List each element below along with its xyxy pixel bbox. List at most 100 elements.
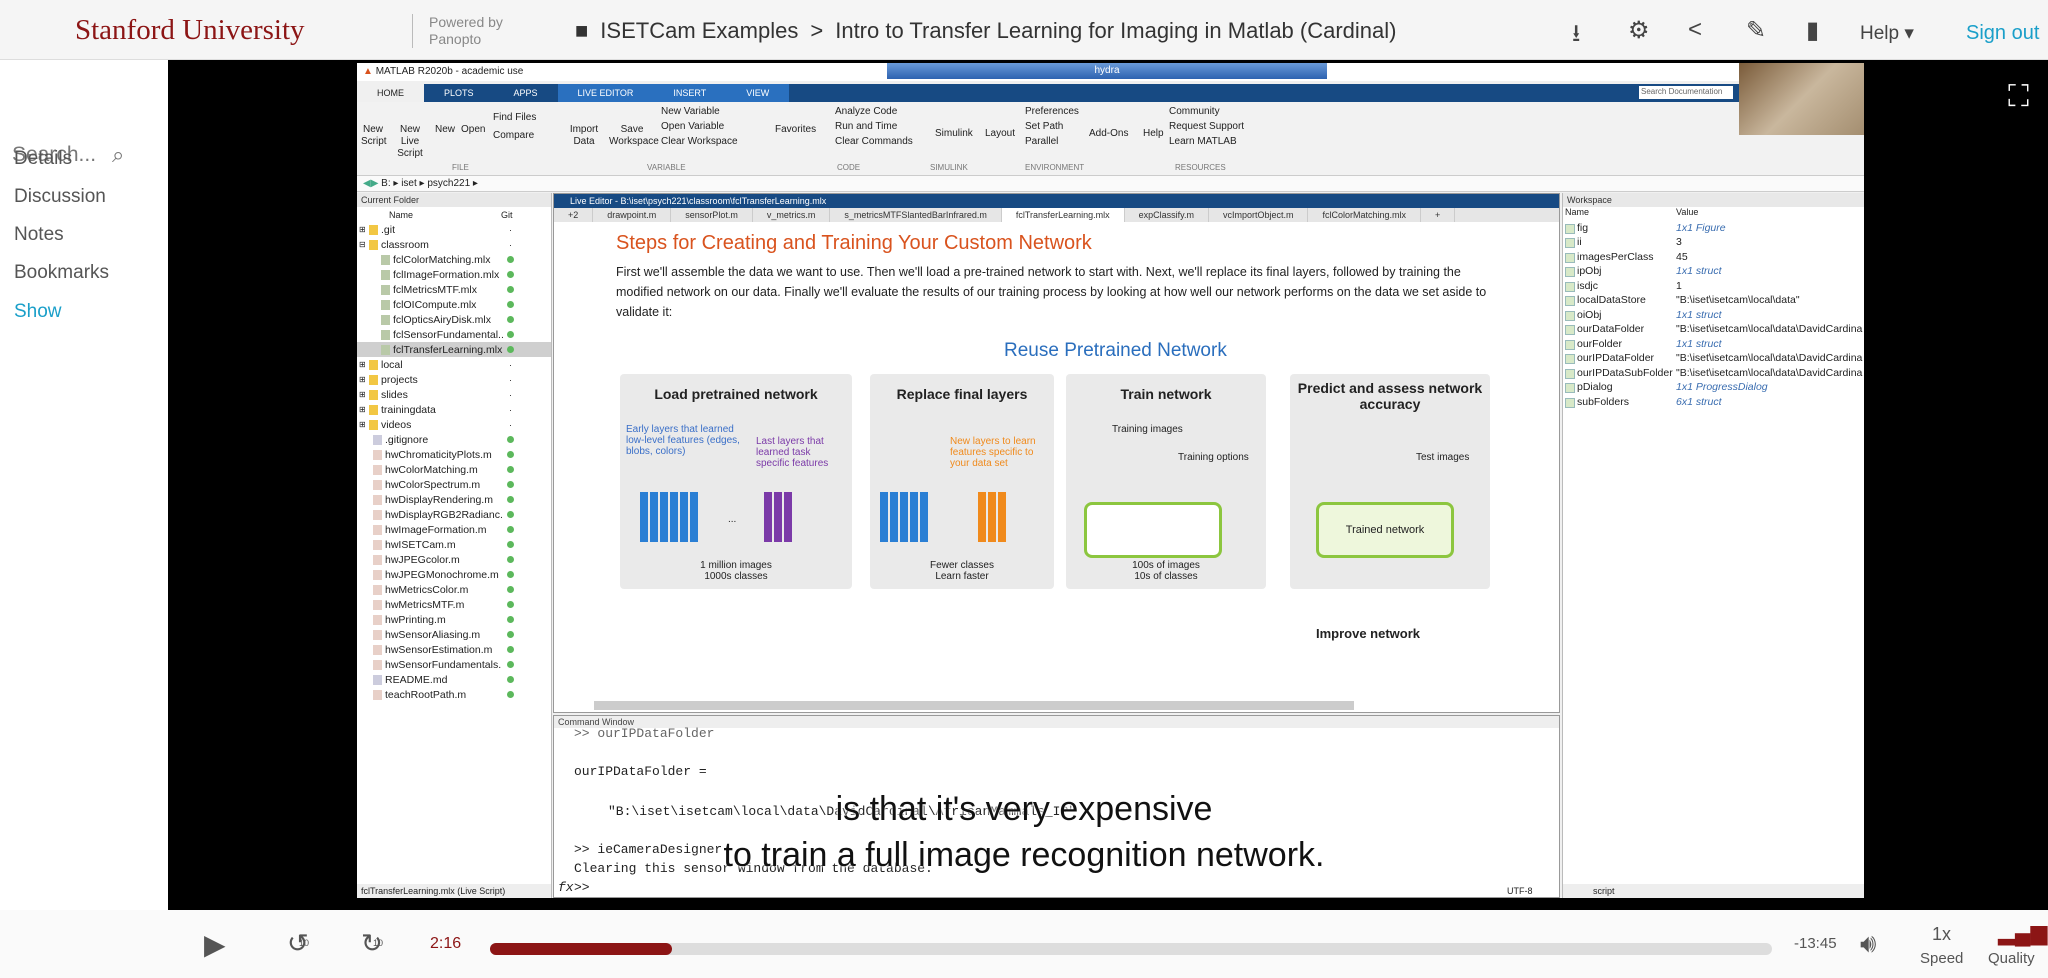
new-variable-button[interactable]: New Variable	[661, 106, 720, 118]
file-item[interactable]: ⊟ classroom ·	[357, 237, 551, 252]
file-item[interactable]: fclTransferLearning.mlx	[357, 342, 551, 357]
share-icon[interactable]: <	[1688, 16, 1702, 44]
quality-icon[interactable]: ▂▄▆	[1998, 920, 2047, 946]
sidebar-item-notes[interactable]: Notes	[14, 224, 64, 246]
import-data-button[interactable]: Import Data	[569, 124, 599, 148]
workspace-variable[interactable]: ipObj 1x1 struct	[1563, 265, 1864, 280]
tab-live-editor[interactable]: LIVE EDITOR	[557, 84, 654, 102]
progress-bar[interactable]	[490, 943, 1772, 955]
workspace-variable[interactable]: ourIPDataSubFolder "B:\iset\isetcam\local…	[1563, 367, 1864, 382]
new-live-script-button[interactable]: New Live Script	[391, 124, 429, 160]
sidebar-item-bookmarks[interactable]: Bookmarks	[14, 262, 109, 284]
add-ons-button[interactable]: Add-Ons	[1089, 128, 1128, 140]
sidebar-item-discussion[interactable]: Discussion	[14, 186, 106, 208]
file-item[interactable]: ⊞ trainingdata ·	[357, 402, 551, 417]
workspace-variable[interactable]: oiObj 1x1 struct	[1563, 309, 1864, 324]
favorites-button[interactable]: Favorites	[775, 124, 816, 136]
file-item[interactable]: ⊞ local ·	[357, 357, 551, 372]
file-item[interactable]: fclSensorFundamental..	[357, 327, 551, 342]
stats-icon[interactable]: ▮	[1806, 16, 1819, 45]
editor-tab[interactable]: expClassify.m	[1125, 208, 1209, 222]
file-item[interactable]: ⊞ .git ·	[357, 222, 551, 237]
stanford-logo[interactable]: Stanford University	[75, 14, 305, 47]
preferences-button[interactable]: Preferences	[1025, 106, 1079, 118]
workspace-variable[interactable]: pDialog 1x1 ProgressDialog	[1563, 381, 1864, 396]
editor-tab[interactable]: +2	[554, 208, 594, 222]
editor-tab[interactable]: sensorPlot.m	[671, 208, 753, 222]
clear-workspace-button[interactable]: Clear Workspace	[661, 136, 738, 148]
editor-tab[interactable]: fclTransferLearning.mlx	[1001, 208, 1125, 222]
file-item[interactable]: hwMetricsColor.m	[357, 582, 551, 597]
parallel-button[interactable]: Parallel	[1025, 136, 1058, 148]
file-item[interactable]: fclOpticsAiryDisk.mlx	[357, 312, 551, 327]
workspace-variable[interactable]: localDataStore "B:\iset\isetcam\local\dat…	[1563, 294, 1864, 309]
file-item[interactable]: fclImageFormation.mlx	[357, 267, 551, 282]
file-item[interactable]: ⊞ projects ·	[357, 372, 551, 387]
file-item[interactable]: hwColorSpectrum.m	[357, 477, 551, 492]
editor-tab[interactable]: fclColorMatching.mlx	[1308, 208, 1421, 222]
workspace-variable[interactable]: isdjc 1	[1563, 280, 1864, 295]
address-bar[interactable]: ◀▶ B: ▸ iset ▸ psych221 ▸	[357, 176, 1864, 192]
file-item[interactable]: hwDisplayRGB2Radianc.	[357, 507, 551, 522]
file-item[interactable]: hwJPEGMonochrome.m	[357, 567, 551, 582]
file-item[interactable]: ⊞ videos ·	[357, 417, 551, 432]
tab-insert[interactable]: INSERT	[653, 84, 727, 102]
editor-tab[interactable]: s_metricsMTFSlantedBarInfrared.m	[830, 208, 1002, 222]
find-files-button[interactable]: Find Files	[493, 112, 536, 124]
file-item[interactable]: fclColorMatching.mlx	[357, 252, 551, 267]
editor-hscrollbar[interactable]	[594, 701, 1354, 710]
layout-button[interactable]: Layout	[985, 128, 1015, 140]
file-item[interactable]: README.md	[357, 672, 551, 687]
file-item[interactable]: hwChromaticityPlots.m	[357, 447, 551, 462]
workspace-variable[interactable]: ii 3	[1563, 236, 1864, 251]
volume-icon[interactable]: 🔊︎	[1860, 928, 1876, 960]
command-prompt[interactable]: >>	[574, 880, 590, 895]
sign-out-link[interactable]: Sign out	[1966, 22, 2039, 45]
file-item[interactable]: teachRootPath.m	[357, 687, 551, 702]
file-item[interactable]: hwSensorFundamentals.	[357, 657, 551, 672]
file-item[interactable]: hwSensorEstimation.m	[357, 642, 551, 657]
workspace-variable[interactable]: imagesPerClass 45	[1563, 251, 1864, 266]
expand-icon[interactable]: ⊞	[359, 225, 366, 234]
sidebar-item-show[interactable]: Show	[14, 301, 62, 323]
file-item[interactable]: hwISETCam.m	[357, 537, 551, 552]
file-item[interactable]: hwMetricsMTF.m	[357, 597, 551, 612]
file-item[interactable]: hwColorMatching.m	[357, 462, 551, 477]
file-item[interactable]: fclOICompute.mlx	[357, 297, 551, 312]
file-item[interactable]: ⊞ slides ·	[357, 387, 551, 402]
pencil-icon[interactable]: ✎	[1746, 16, 1766, 45]
tab-plots[interactable]: PLOTS	[424, 84, 494, 102]
expand-icon[interactable]: ⊞	[359, 390, 366, 399]
col-name[interactable]: Name	[389, 210, 413, 220]
file-item[interactable]: hwSensorAliasing.m	[357, 627, 551, 642]
file-item[interactable]: hwImageFormation.m	[357, 522, 551, 537]
learn-matlab-button[interactable]: Learn MATLAB	[1169, 136, 1237, 148]
clear-commands-button[interactable]: Clear Commands	[835, 136, 913, 148]
set-path-button[interactable]: Set Path	[1025, 121, 1063, 133]
file-item[interactable]: fclMetricsMTF.mlx	[357, 282, 551, 297]
editor-tab[interactable]: vcImportObject.m	[1209, 208, 1309, 222]
fullscreen-icon[interactable]: ⛶	[2008, 80, 2029, 114]
run-and-time-button[interactable]: Run and Time	[835, 121, 897, 133]
speed-button[interactable]: 1x	[1932, 924, 1951, 945]
editor-tab[interactable]: +	[1421, 208, 1456, 222]
search-documentation[interactable]: Search Documentation	[1639, 86, 1733, 99]
open-variable-button[interactable]: Open Variable	[661, 121, 724, 133]
help-menu[interactable]: Help ▾	[1860, 22, 1914, 45]
workspace-variable[interactable]: subFolders 6x1 struct	[1563, 396, 1864, 411]
file-item[interactable]: .gitignore	[357, 432, 551, 447]
file-item[interactable]: hwJPEGcolor.m	[357, 552, 551, 567]
gear-icon[interactable]: ⚙	[1628, 16, 1650, 45]
tab-view[interactable]: VIEW	[726, 84, 790, 102]
community-button[interactable]: Community	[1169, 106, 1220, 118]
col-git[interactable]: Git	[501, 210, 513, 220]
play-icon[interactable]: ▶	[204, 928, 226, 961]
tab-apps[interactable]: APPS	[494, 84, 558, 102]
editor-tab[interactable]: v_metrics.m	[753, 208, 831, 222]
workspace-variable[interactable]: ourFolder 1x1 struct	[1563, 338, 1864, 353]
col-value[interactable]: Value	[1676, 207, 1698, 217]
save-workspace-button[interactable]: Save Workspace	[609, 124, 659, 148]
workspace-variable[interactable]: ourIPDataFolder "B:\iset\isetcam\local\da…	[1563, 352, 1864, 367]
file-item[interactable]: hwPrinting.m	[357, 612, 551, 627]
sidebar-item-details[interactable]: Details	[14, 148, 72, 170]
